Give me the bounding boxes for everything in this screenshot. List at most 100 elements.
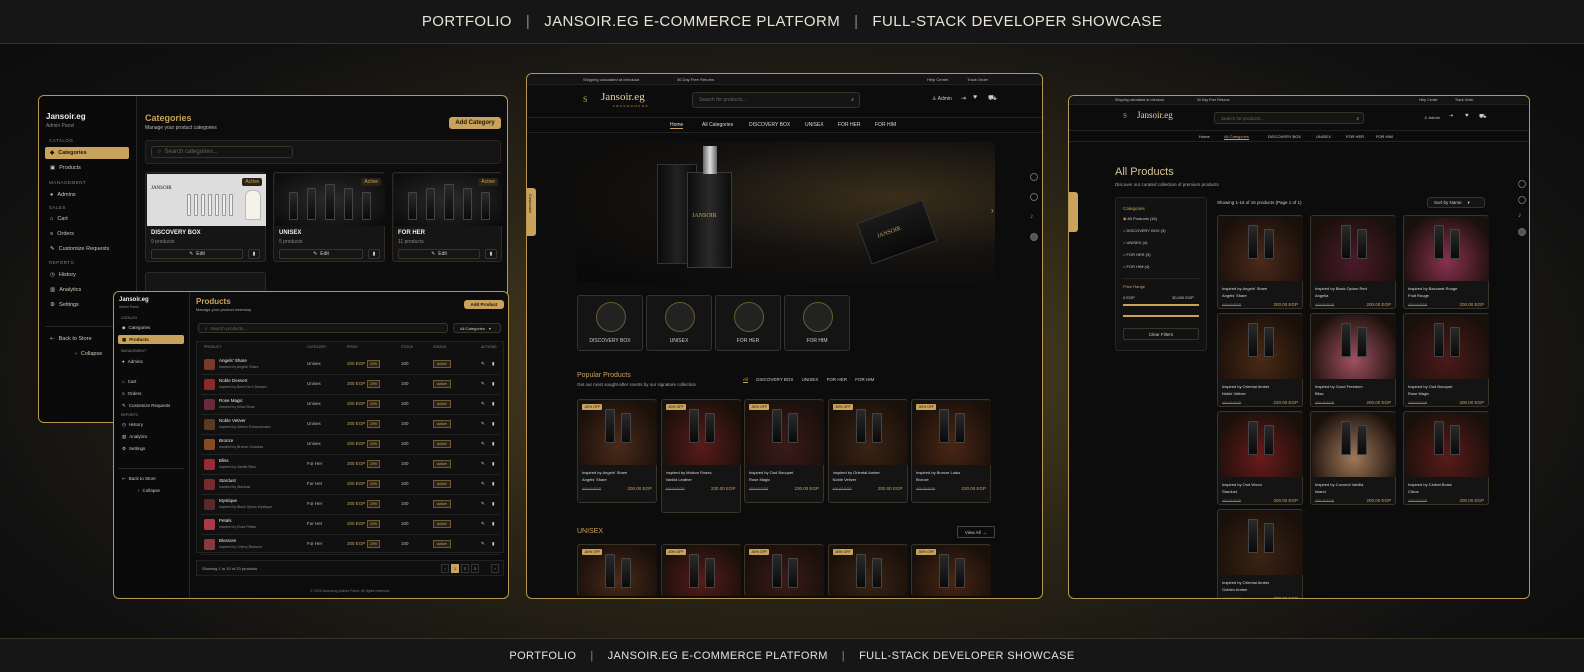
sidebar-item-requests[interactable]: ✎ Customize Requests: [45, 243, 129, 255]
nav-discovery-box[interactable]: DISCOVERY BOX: [1268, 134, 1301, 139]
product-card[interactable]: -50% OFF: [911, 544, 991, 596]
sidebar-item-cart[interactable]: ⌂ Cart: [45, 213, 129, 225]
edit-icon[interactable]: ✎: [481, 481, 485, 487]
customize-side-tab[interactable]: Customize: [527, 188, 536, 236]
add-product-button[interactable]: Add Product: [464, 300, 504, 309]
filter-option-unisex[interactable]: ○ UNISEX (4): [1123, 240, 1147, 245]
category-filter-select[interactable]: All Categories ▾: [453, 323, 501, 333]
product-card[interactable]: -50% OFF Inspired by Bronze Lotus Bronze 40…: [911, 399, 991, 503]
price-slider-max[interactable]: [1123, 315, 1199, 317]
sidebar-item-analytics[interactable]: ▥ Analytics: [118, 432, 184, 441]
view-all-button[interactable]: View All →: [957, 526, 995, 538]
edit-icon[interactable]: ✎: [481, 421, 485, 427]
hero-next-button[interactable]: ›: [991, 206, 994, 215]
instagram-icon[interactable]: [1518, 180, 1526, 188]
product-card[interactable]: -50% OFF: [827, 544, 908, 596]
nav-for-her[interactable]: FOR HER: [838, 122, 861, 128]
track-order-link[interactable]: Track Order: [967, 77, 988, 82]
heart-icon[interactable]: ♥: [1465, 113, 1469, 119]
category-tile-for-her[interactable]: FOR HER: [715, 295, 781, 351]
sidebar-item-orders[interactable]: ≡ Orders: [118, 389, 184, 398]
sidebar-item-orders[interactable]: ≡ Orders: [45, 228, 129, 240]
sidebar-item-admins[interactable]: ● Admins: [45, 189, 129, 201]
edit-icon[interactable]: ✎: [481, 381, 485, 387]
brand-logo[interactable]: Jansoir.eg: [1137, 110, 1173, 120]
product-card[interactable]: -50% OFF Inspired by Oriental Amber Noble …: [827, 399, 908, 503]
logout-icon[interactable]: ⇥: [1449, 113, 1453, 119]
store-search-input[interactable]: Search for products... ⌕: [692, 92, 860, 108]
trash-icon[interactable]: ▮: [492, 401, 494, 407]
delete-category-button[interactable]: ▮: [248, 249, 260, 259]
sidebar-item-requests[interactable]: ✎ Customize Requests: [118, 401, 188, 410]
product-card[interactable]: Inspired by Black Opium Red Angelia 400.00…: [1310, 215, 1396, 309]
next-page-button[interactable]: ›: [491, 564, 499, 573]
facebook-icon[interactable]: [1518, 196, 1526, 204]
nav-all-categories[interactable]: All Categories: [1224, 134, 1249, 140]
sidebar-item-settings[interactable]: ⚙ Settings: [118, 444, 184, 453]
product-card[interactable]: Inspired by Baccarat Rouge Fruit Rouge 400…: [1403, 215, 1489, 309]
sidebar-item-history[interactable]: ◷ History: [118, 420, 184, 429]
product-card[interactable]: -50% OFF Inspired by Maison Roses Vanilla …: [660, 399, 741, 513]
heart-icon[interactable]: ♥: [973, 94, 977, 101]
filter-discovery-box[interactable]: DISCOVERY BOX: [756, 377, 793, 382]
nav-discovery-box[interactable]: DISCOVERY BOX: [749, 122, 790, 128]
product-card[interactable]: Inspired by Cedrat Boise Citrus 400.00 EGP…: [1403, 411, 1489, 505]
filter-option-for-him[interactable]: ○ FOR HIM (4): [1123, 264, 1149, 269]
price-slider-min[interactable]: [1123, 304, 1199, 306]
nav-for-him[interactable]: FOR HIM: [875, 122, 896, 128]
clear-filters-button[interactable]: Clear Filters: [1123, 328, 1199, 340]
trash-icon[interactable]: ▮: [492, 381, 494, 387]
filter-for-her[interactable]: FOR HER: [827, 377, 847, 382]
page-1-button[interactable]: 1: [451, 564, 459, 573]
product-card[interactable]: -50% OFF: [660, 544, 741, 596]
page-3-button[interactable]: 3: [471, 564, 479, 573]
edit-category-button[interactable]: ✎ Edit: [398, 249, 480, 259]
sidebar-item-products[interactable]: ▣ Products: [118, 335, 184, 344]
product-card[interactable]: Inspired by Good Freedom Bliss 400.00 EGP 2…: [1310, 313, 1396, 407]
category-tile-for-him[interactable]: FOR HIM: [784, 295, 850, 351]
product-card[interactable]: Inspired by Oriental Amber Noble Vetiver 4…: [1217, 313, 1303, 407]
account-link[interactable]: ♙ Admin: [932, 96, 952, 102]
trash-icon[interactable]: ▮: [492, 421, 494, 427]
tiktok-icon[interactable]: ♪: [1518, 212, 1526, 220]
trash-icon[interactable]: ▮: [492, 501, 494, 507]
sidebar-item-history[interactable]: ◷ History: [45, 269, 129, 281]
store-search-input[interactable]: Search for products... ⌕: [1214, 112, 1364, 124]
trash-icon[interactable]: ▮: [492, 521, 494, 527]
nav-unisex[interactable]: UNISEX: [805, 122, 824, 128]
nav-home[interactable]: Home: [670, 122, 684, 129]
product-card[interactable]: Inspired by Oriental Amber Golden Amber 40…: [1217, 509, 1303, 598]
product-card[interactable]: -50% OFF Inspired by Angels' Share Angels'…: [577, 399, 657, 503]
facebook-icon[interactable]: [1030, 193, 1038, 201]
product-card[interactable]: Inspired by Oud Wood Stardust 400.00 EGP 20…: [1217, 411, 1303, 505]
product-card[interactable]: -50% OFF: [577, 544, 657, 596]
back-to-store-link[interactable]: ⇠ Back to Store: [118, 474, 184, 483]
nav-all-categories[interactable]: All Categories: [702, 122, 733, 128]
sidebar-item-products[interactable]: ▣ Products: [45, 162, 129, 174]
customize-side-tab[interactable]: [1069, 192, 1078, 232]
filter-all[interactable]: All: [743, 377, 749, 383]
product-card[interactable]: Inspired by Oud Bouquet Rose Magic 400.00 …: [1403, 313, 1489, 407]
nav-home[interactable]: Home: [1199, 134, 1210, 139]
collapse-button[interactable]: ‹ Collapse: [138, 486, 184, 495]
whatsapp-icon[interactable]: [1030, 233, 1038, 241]
edit-icon[interactable]: ✎: [481, 521, 485, 527]
cart-icon[interactable]: ⛟: [988, 94, 997, 103]
filter-unisex[interactable]: UNISEX: [802, 377, 819, 382]
nav-for-him[interactable]: FOR HIM: [1376, 134, 1393, 139]
account-link[interactable]: ♙ Admin: [1424, 115, 1440, 120]
edit-icon[interactable]: ✎: [481, 501, 485, 507]
category-search-input[interactable]: ⌕ Search categories...: [151, 146, 293, 158]
edit-icon[interactable]: ✎: [481, 541, 485, 547]
filter-option-for-her[interactable]: ○ FOR HER (5): [1123, 252, 1151, 257]
add-category-button[interactable]: Add Category: [449, 117, 501, 129]
trash-icon[interactable]: ▮: [492, 481, 494, 487]
delete-category-button[interactable]: ▮: [485, 249, 497, 259]
filter-for-him[interactable]: FOR HIM: [855, 377, 874, 382]
trash-icon[interactable]: ▮: [492, 441, 494, 447]
instagram-icon[interactable]: [1030, 173, 1038, 181]
product-card[interactable]: -50% OFF: [744, 544, 824, 596]
edit-icon[interactable]: ✎: [481, 401, 485, 407]
category-tile-unisex[interactable]: UNISEX: [646, 295, 712, 351]
category-tile-discovery-box[interactable]: DISCOVERY BOX: [577, 295, 643, 351]
